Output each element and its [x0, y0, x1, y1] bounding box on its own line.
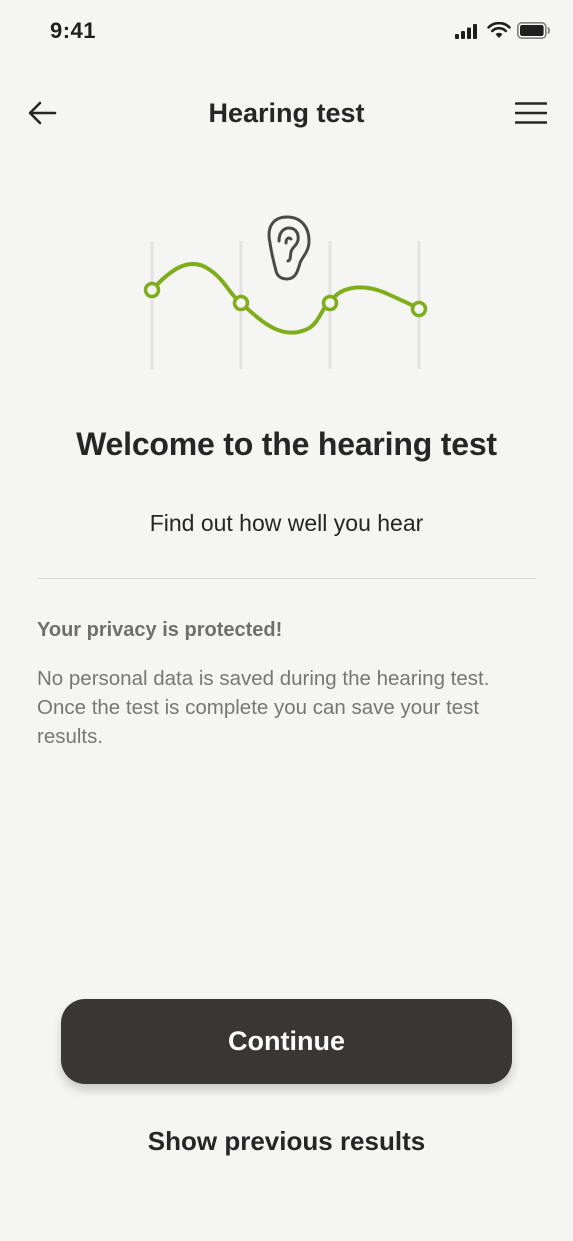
menu-button[interactable]	[513, 100, 549, 130]
welcome-subtitle: Find out how well you hear	[149, 510, 424, 536]
nav-bar: Hearing test	[0, 84, 573, 144]
curve-points	[143, 281, 428, 318]
hearing-illustration	[130, 205, 440, 375]
continue-button[interactable]: Continue	[61, 999, 512, 1084]
ear-icon	[267, 215, 311, 281]
signal-icon	[455, 23, 481, 44]
frequency-gridlines	[150, 241, 421, 369]
show-previous-results-link[interactable]: Show previous results	[0, 1126, 573, 1157]
hamburger-menu-icon	[514, 101, 548, 130]
page-title: Hearing test	[208, 98, 365, 128]
privacy-heading: Your privacy is protected!	[37, 619, 283, 641]
battery-icon	[517, 22, 551, 44]
status-bar: 9:41	[0, 0, 573, 64]
hearing-curve	[150, 262, 421, 335]
privacy-body: No personal data is saved during the hea…	[37, 667, 490, 748]
welcome-headline: Welcome to the hearing test	[76, 426, 497, 462]
status-time: 9:41	[50, 18, 97, 43]
wifi-icon	[487, 21, 511, 44]
status-icons	[455, 21, 551, 44]
divider	[37, 578, 536, 579]
